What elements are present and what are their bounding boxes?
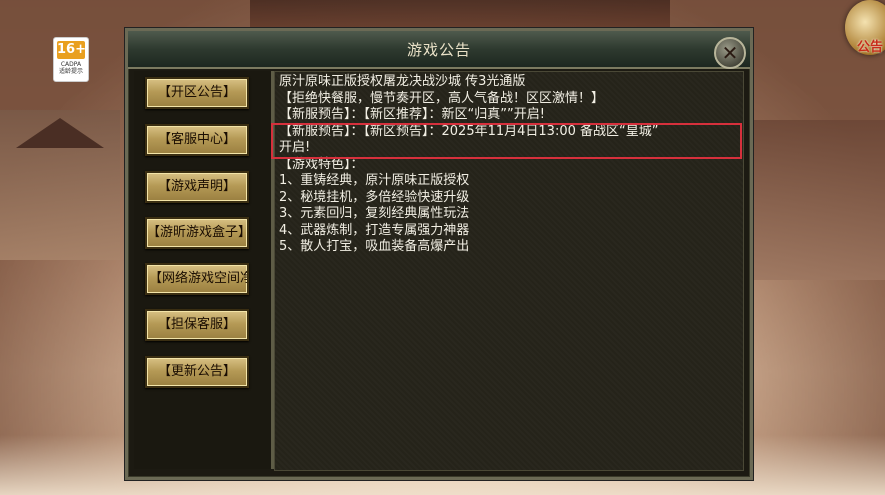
announcement-line: 原汁原味正版授权屠龙决战沙城 传3光通版 — [279, 74, 526, 89]
age-rating-tip: 适龄提示 — [58, 68, 83, 75]
highlight-box — [271, 123, 742, 159]
announcement-line: 5、散人打宝，吸血装备高爆产出 — [279, 239, 470, 254]
background-right-wall — [740, 120, 885, 280]
age-rating-org: CADPA — [60, 61, 82, 68]
close-icon: ✕ — [721, 41, 739, 65]
dialog-title-bar: 游戏公告 ✕ — [128, 31, 750, 69]
menu-panel: 【开区公告】 【客服中心】 【游戏声明】 【游昕游戏盒子】 【网络游戏空间净化 … — [134, 71, 274, 469]
menu-button-game-statement[interactable]: 【游戏声明】 — [145, 171, 249, 203]
announcement-line: 【拒绝快餐服，慢节奏开区，高人气备战！区区激情！】 — [279, 90, 605, 106]
close-button[interactable]: ✕ — [714, 37, 746, 69]
age-rating-badge: 16+ CADPA 适龄提示 — [53, 37, 89, 82]
menu-button-update-notice[interactable]: 【更新公告】 — [145, 356, 249, 388]
age-rating-number: 16+ — [57, 41, 86, 59]
announcement-line: 4、武器炼制，打造专属强力神器 — [279, 222, 470, 238]
announcement-text: 原汁原味正版授权屠龙决战沙城 传3光通版 【拒绝快餐服，慢节奏开区，高人气备战！… — [279, 74, 739, 256]
menu-button-server-open-notice[interactable]: 【开区公告】 — [145, 77, 249, 109]
announcement-line: 3、元素回归，复刻经典属性玩法 — [279, 206, 470, 221]
dialog-title: 游戏公告 — [406, 41, 471, 59]
menu-button-network-cleanup[interactable]: 【网络游戏空间净化 — [145, 263, 249, 295]
announcement-line: 2、秘境挂机，多倍经验快速升级 — [279, 189, 470, 205]
menu-button-guarantee-service[interactable]: 【担保客服】 — [145, 309, 249, 341]
menu-button-customer-service[interactable]: 【客服中心】 — [145, 124, 249, 156]
announcement-line: 【新服预告】：【新区推荐】：新区“归真””开启! — [279, 107, 545, 122]
announcement-line: 1、重铸经典，原汁原味正版授权 — [279, 173, 470, 188]
announcement-dialog: 游戏公告 ✕ 【开区公告】 【客服中心】 【游戏声明】 【游昕游戏盒子】 【网络… — [125, 28, 753, 480]
notice-corner-label[interactable]: 公告 — [857, 36, 883, 55]
menu-button-game-box[interactable]: 【游昕游戏盒子】 — [145, 217, 249, 249]
